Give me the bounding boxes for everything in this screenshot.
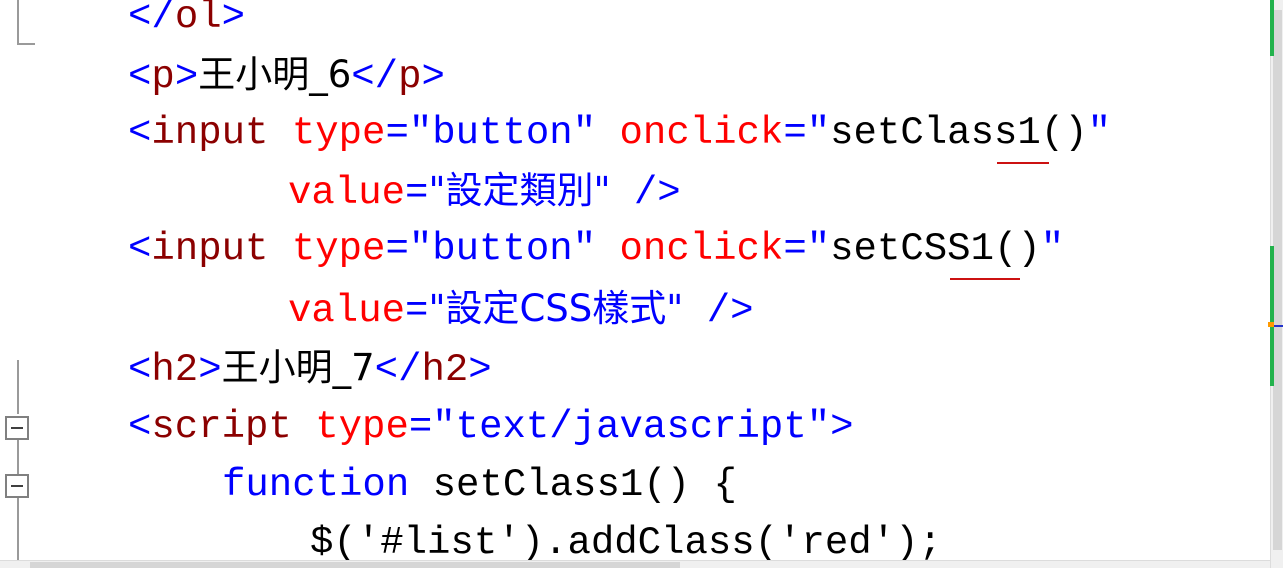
tag-bracket: < bbox=[128, 111, 152, 155]
tag-bracket: > bbox=[174, 55, 199, 99]
fold-guide-line bbox=[17, 440, 19, 474]
attribute-value: "button" bbox=[408, 111, 597, 155]
quote: " bbox=[806, 111, 831, 155]
tag-bracket: </ bbox=[374, 348, 422, 392]
code-line[interactable]: function setClass1() { bbox=[222, 456, 737, 514]
caret-position-marker bbox=[1274, 325, 1283, 327]
change-marker bbox=[1270, 0, 1274, 56]
attribute-value: "button" bbox=[408, 227, 597, 271]
tag-bracket: > bbox=[198, 348, 222, 392]
function-call: setCSS1() bbox=[830, 227, 1041, 271]
code-line[interactable]: <input type="button" onclick="setCSS1()" bbox=[128, 220, 1064, 278]
attribute-value: "設定類別" bbox=[428, 169, 611, 212]
quote: " bbox=[1040, 227, 1065, 271]
code-line[interactable]: <h2>王小明_7</h2> bbox=[128, 339, 492, 397]
tag-bracket: < bbox=[128, 227, 152, 271]
element-name: p bbox=[151, 55, 175, 99]
fold-collapse-icon[interactable] bbox=[5, 416, 29, 440]
text-content: 王小明_6 bbox=[198, 53, 352, 96]
tag-bracket: /> bbox=[683, 289, 754, 333]
spellcheck-underline bbox=[997, 162, 1049, 164]
code-line[interactable]: </ol> bbox=[128, 0, 245, 46]
function-declaration: setClass1() { bbox=[409, 463, 737, 507]
function-call: setClass1() bbox=[830, 111, 1088, 155]
attribute-value: "text/javascript" bbox=[432, 405, 831, 449]
code-line[interactable]: value="設定CSS樣式" /> bbox=[288, 280, 754, 338]
code-line[interactable]: value="設定類別" /> bbox=[288, 162, 681, 220]
quote: " bbox=[806, 227, 831, 271]
fold-guide-line bbox=[17, 0, 19, 45]
attribute-name: onclick bbox=[619, 227, 784, 271]
fold-collapse-icon[interactable] bbox=[5, 474, 29, 498]
element-name: h2 bbox=[421, 348, 469, 392]
tag-bracket: > bbox=[421, 55, 445, 99]
vertical-scroll-thumb[interactable] bbox=[1273, 10, 1282, 550]
spellcheck-underline bbox=[950, 278, 1020, 280]
fold-guide-line bbox=[17, 360, 19, 414]
tag-bracket: </ bbox=[351, 55, 399, 99]
tag-bracket: /> bbox=[610, 171, 681, 215]
tag-bracket: < bbox=[128, 55, 152, 99]
equals-sign: = bbox=[405, 171, 429, 215]
equals-sign: = bbox=[405, 289, 429, 333]
equals-sign: = bbox=[385, 111, 409, 155]
attribute-name: type bbox=[291, 227, 386, 271]
attribute-value: "設定CSS樣式" bbox=[428, 287, 684, 330]
tag-bracket: < bbox=[128, 348, 152, 392]
equals-sign: = bbox=[783, 111, 807, 155]
horizontal-scroll-thumb[interactable] bbox=[30, 562, 680, 568]
code-line[interactable]: <script type="text/javascript"> bbox=[128, 398, 854, 456]
element-name: input bbox=[151, 111, 269, 155]
horizontal-scrollbar[interactable] bbox=[0, 560, 1270, 568]
tag-bracket: > bbox=[221, 0, 246, 39]
equals-sign: = bbox=[783, 227, 807, 271]
fold-guide-line bbox=[17, 498, 19, 560]
attribute-name: value bbox=[288, 289, 406, 333]
text-content: 王小明_7 bbox=[221, 346, 375, 389]
change-marker bbox=[1270, 246, 1274, 386]
equals-sign: = bbox=[408, 405, 433, 449]
fold-gutter bbox=[0, 0, 40, 560]
code-line[interactable]: <input type="button" onclick="setClass1(… bbox=[128, 104, 1111, 162]
code-line[interactable]: $('#list').addClass('red'); bbox=[310, 514, 942, 560]
code-editor[interactable]: </ol> <p>王小明_6</p> <input type="button" … bbox=[0, 0, 1270, 560]
tag-bracket: < bbox=[128, 405, 152, 449]
attribute-name: type bbox=[315, 405, 409, 449]
code-line[interactable]: <p>王小明_6</p> bbox=[128, 46, 445, 104]
keyword: function bbox=[222, 463, 410, 507]
element-name: ol bbox=[174, 0, 222, 39]
attribute-name: onclick bbox=[619, 111, 784, 155]
tag-bracket: </ bbox=[128, 0, 175, 39]
element-name: p bbox=[398, 55, 422, 99]
element-name: input bbox=[151, 227, 269, 271]
tag-bracket: > bbox=[468, 348, 492, 392]
attribute-name: value bbox=[288, 171, 406, 215]
equals-sign: = bbox=[385, 227, 409, 271]
attribute-name: type bbox=[291, 111, 386, 155]
tag-bracket: > bbox=[830, 405, 854, 449]
statement: $('#list').addClass('red'); bbox=[310, 521, 942, 560]
element-name: h2 bbox=[151, 348, 199, 392]
element-name: script bbox=[151, 405, 292, 449]
quote: " bbox=[1087, 111, 1112, 155]
fold-end-tick bbox=[17, 43, 35, 45]
